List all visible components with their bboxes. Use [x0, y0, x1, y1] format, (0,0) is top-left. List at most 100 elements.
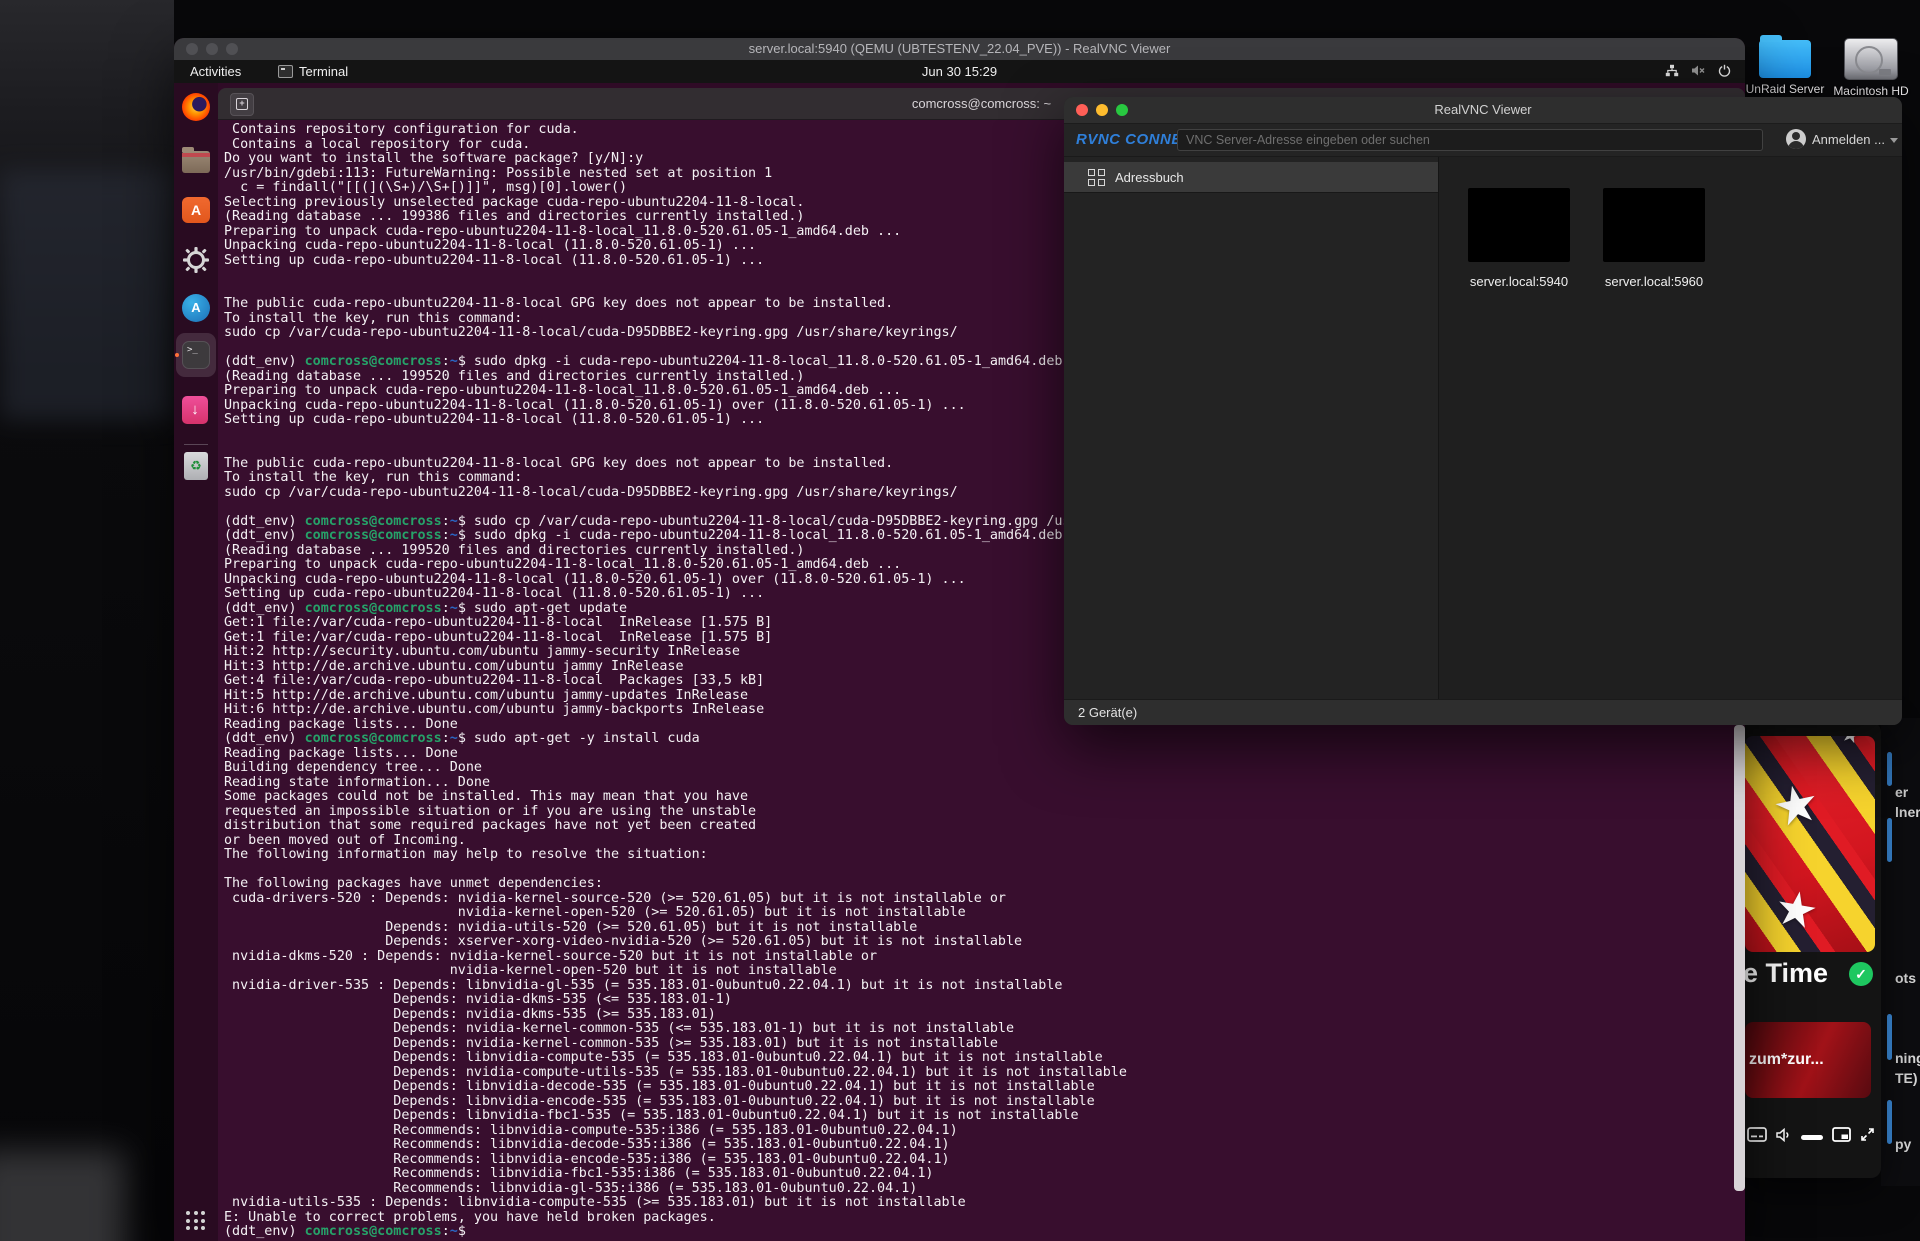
- dock-item-ubuntu-software[interactable]: A: [182, 196, 210, 224]
- device-thumbnail: [1468, 188, 1570, 262]
- blue-a-app-icon: A: [182, 294, 210, 322]
- running-indicator-dot: [175, 353, 179, 357]
- edge-link-bar: [1887, 1014, 1892, 1060]
- server-address-search-input[interactable]: [1177, 129, 1763, 151]
- terminal-line: nvidia-kernel-open-520 but it is not ins…: [224, 963, 837, 978]
- terminal-line: distribution that some required packages…: [224, 818, 757, 833]
- gear-icon: [183, 247, 209, 273]
- volume-muted-icon[interactable]: [1691, 64, 1706, 80]
- viewer-toolbar: RVNC CONNECT Anmelden ...: [1064, 124, 1902, 157]
- fullscreen-icon[interactable]: [1860, 1127, 1875, 1147]
- chevron-down-icon: [1890, 138, 1898, 144]
- desktop-icon-unraid-server[interactable]: UnRaid Server: [1740, 34, 1830, 96]
- minimize-icon[interactable]: [1096, 104, 1108, 116]
- close-icon[interactable]: [1076, 104, 1088, 116]
- picture-in-picture-icon[interactable]: [1832, 1127, 1851, 1147]
- star-icon: ★: [1770, 880, 1823, 941]
- desktop-wallpaper-bottom-glow: [0, 1150, 125, 1241]
- dock-item-app-a[interactable]: A: [182, 294, 210, 322]
- terminal-line: Depends: libnvidia-encode-535 (= 535.183…: [224, 1093, 1095, 1109]
- desktop-wallpaper-band: [0, 170, 174, 420]
- firefox-icon: [182, 93, 210, 121]
- system-tray[interactable]: [1665, 60, 1731, 83]
- ubuntu-dock: A A >_ ↓ ♻: [174, 83, 218, 1241]
- network-icon[interactable]: [1665, 64, 1679, 80]
- verified-badge-icon: ✓: [1849, 962, 1873, 986]
- terminal-line: Depends: xserver-xorg-video-nvidia-520 (…: [224, 934, 1023, 949]
- new-tab-button[interactable]: +: [230, 93, 254, 116]
- device-entry[interactable]: server.local:5960: [1603, 188, 1705, 289]
- terminal-line: Depends: nvidia-kernel-common-535 (>= 53…: [224, 1035, 998, 1051]
- zoom-icon[interactable]: [1116, 104, 1128, 116]
- sign-in-button[interactable]: Anmelden ...: [1812, 124, 1898, 156]
- terminal-line: Depends: nvidia-compute-utils-535 (= 535…: [224, 1064, 1127, 1080]
- star-icon: ★: [1767, 772, 1826, 840]
- volume-slider[interactable]: [1801, 1134, 1823, 1140]
- window-titlebar[interactable]: RealVNC Viewer: [1064, 97, 1902, 124]
- device-name: server.local:5940: [1469, 274, 1569, 289]
- files-icon: [182, 147, 210, 173]
- subtitles-icon[interactable]: [1747, 1127, 1767, 1147]
- hard-drive-icon: [1844, 38, 1898, 80]
- device-entry[interactable]: server.local:5940: [1468, 188, 1570, 289]
- trash-icon: ♻: [184, 452, 208, 480]
- desktop-icon-macintosh-hd[interactable]: Macintosh HD: [1826, 34, 1916, 98]
- edge-truncated-text: py: [1895, 1136, 1912, 1152]
- terminal-line: (ddt_env) comcross@comcross:~$ sudo apt-…: [224, 731, 700, 746]
- terminal-line: Depends: libnvidia-fbc1-535 (= 535.183.0…: [224, 1108, 1079, 1123]
- viewer-sidebar: Adressbuch: [1064, 157, 1439, 699]
- terminal-line: Depends: libnvidia-compute-535 (= 535.18…: [224, 1050, 1103, 1065]
- status-bar: 2 Gerät(e): [1064, 699, 1902, 725]
- background-window-edge: er lner ots ning TE) py: [1881, 718, 1920, 1186]
- session-scrollbar[interactable]: [1734, 725, 1745, 1191]
- window-title: RealVNC Viewer: [1434, 102, 1532, 117]
- edge-truncated-text: lner: [1895, 804, 1920, 820]
- terminal-line: cuda-drivers-520 : Depends: nvidia-kerne…: [224, 890, 1006, 906]
- video-thumbnail-secondary[interactable]: zum*zur...: [1745, 1022, 1871, 1098]
- edge-truncated-text: ots: [1895, 970, 1916, 986]
- terminal-line: Depends: nvidia-kernel-common-535 (<= 53…: [224, 1021, 1015, 1036]
- gnome-top-bar: Activities Terminal Jun 30 15:29: [174, 60, 1745, 83]
- terminal-line: (ddt_env) comcross@comcross:~$: [224, 1224, 474, 1239]
- terminal-line: Recommends: libnvidia-compute-535:i386 (…: [224, 1122, 958, 1138]
- video-thumbnail[interactable]: ★ ★ ★: [1745, 736, 1875, 952]
- dock-item-trash[interactable]: ♻: [182, 452, 210, 480]
- close-icon[interactable]: [186, 43, 198, 55]
- device-list: server.local:5940 server.local:5960: [1439, 157, 1902, 699]
- edge-link-bar: [1887, 752, 1892, 786]
- terminal-line: Recommends: libnvidia-fbc1-535:i386 (= 5…: [224, 1166, 934, 1181]
- dock-item-terminal[interactable]: >_: [182, 341, 210, 369]
- ubuntu-software-icon: A: [182, 197, 210, 223]
- terminal-line: Some packages could not be installed. Th…: [224, 789, 749, 804]
- edge-truncated-text: er: [1895, 784, 1909, 800]
- zoom-icon[interactable]: [226, 43, 238, 55]
- terminal-line: Depends: libnvidia-decode-535 (= 535.183…: [224, 1079, 1095, 1094]
- dock-item-files[interactable]: [182, 147, 210, 176]
- desktop-icon-label: UnRaid Server: [1745, 82, 1825, 96]
- user-avatar-icon[interactable]: [1786, 129, 1806, 149]
- video-player-window: ★ ★ ★ e Time ✓ zum*zur...: [1739, 722, 1881, 1178]
- sidebar-item-addressbook[interactable]: Adressbuch: [1064, 162, 1438, 193]
- speaker-icon[interactable]: [1776, 1127, 1792, 1147]
- dock-item-settings[interactable]: [182, 246, 210, 274]
- window-titlebar[interactable]: server.local:5940 (QEMU (UBTESTENV_22.04…: [174, 38, 1745, 61]
- terminal-line: nvidia-kernel-open-520 (>= 520.61.05) bu…: [224, 905, 966, 920]
- dock-item-downloads[interactable]: ↓: [182, 396, 210, 424]
- minimize-icon[interactable]: [206, 43, 218, 55]
- realvnc-viewer-window: RealVNC Viewer RVNC CONNECT Anmelden ...…: [1064, 97, 1902, 725]
- terminal-line: Building dependency tree... Done: [224, 760, 482, 775]
- sign-in-label: Anmelden ...: [1812, 132, 1885, 147]
- clock[interactable]: Jun 30 15:29: [174, 60, 1745, 83]
- terminal-line: Reading package lists... Done: [224, 745, 458, 761]
- sidebar-item-label: Adressbuch: [1115, 169, 1184, 185]
- power-icon[interactable]: [1718, 64, 1731, 80]
- dock-item-firefox[interactable]: [182, 93, 210, 121]
- terminal-line: or been moved out of Incoming.: [224, 832, 466, 848]
- edge-truncated-text: ning: [1895, 1050, 1920, 1066]
- show-applications-button[interactable]: [186, 1211, 206, 1231]
- terminal-line: nvidia-dkms-520 : Depends: nvidia-kernel…: [224, 948, 878, 964]
- download-app-icon: ↓: [182, 396, 208, 424]
- folder-icon: [1759, 35, 1811, 78]
- terminal-line: Reading state information... Done: [224, 774, 491, 790]
